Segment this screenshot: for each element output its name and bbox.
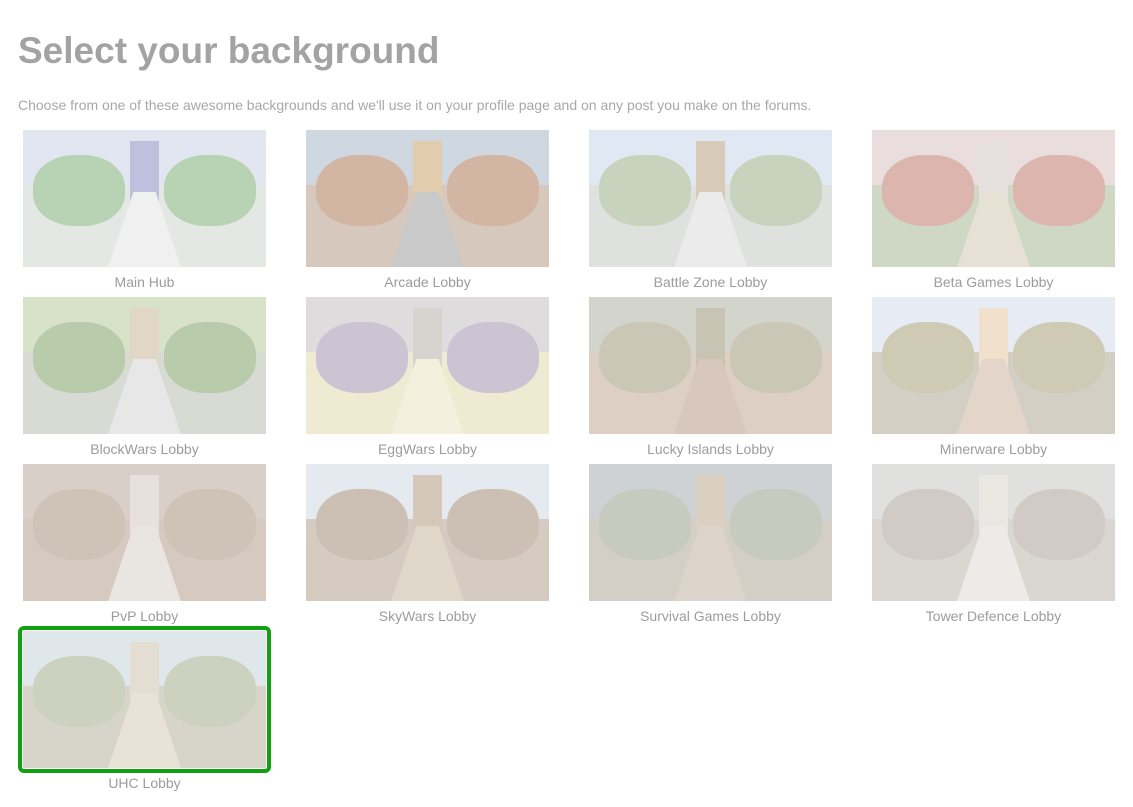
background-option[interactable]: PvP Lobby <box>23 464 266 624</box>
background-thumbnail[interactable] <box>306 130 549 267</box>
thumbnail-scenery-left <box>32 154 126 226</box>
page-subtitle: Choose from one of these awesome backgro… <box>18 97 812 113</box>
background-label: BlockWars Lobby <box>90 441 199 457</box>
thumbnail-scenery-left <box>32 321 126 393</box>
thumbnail-scenery-left <box>881 488 975 560</box>
selected-indicator <box>18 626 271 773</box>
background-thumbnail[interactable] <box>589 464 832 601</box>
thumbnail-scenery-right <box>1012 488 1106 560</box>
background-thumbnail[interactable] <box>306 464 549 601</box>
background-option[interactable]: BlockWars Lobby <box>23 297 266 457</box>
background-label: EggWars Lobby <box>377 441 478 457</box>
background-option[interactable]: Minerware Lobby <box>872 297 1115 457</box>
background-label: Main Hub <box>114 274 175 290</box>
thumbnail-scenery-left <box>32 488 126 560</box>
background-option[interactable]: Arcade Lobby <box>306 130 549 290</box>
background-thumbnail[interactable] <box>872 464 1115 601</box>
background-option[interactable]: Battle Zone Lobby <box>589 130 832 290</box>
thumbnail-scenery-left <box>881 321 975 393</box>
background-option[interactable]: Lucky Islands Lobby <box>589 297 832 457</box>
thumbnail-scenery-right <box>446 154 540 226</box>
thumbnail-scenery-left <box>315 154 409 226</box>
background-label: Survival Games Lobby <box>640 608 781 624</box>
thumbnail-scenery-right <box>163 321 257 393</box>
thumbnail-scenery-right <box>446 321 540 393</box>
background-option[interactable]: UHC Lobby <box>18 626 271 791</box>
background-thumbnail[interactable] <box>306 297 549 434</box>
background-option[interactable]: Survival Games Lobby <box>589 464 832 624</box>
background-option[interactable]: EggWars Lobby <box>306 297 549 457</box>
background-label: Tower Defence Lobby <box>925 608 1062 624</box>
thumbnail-scenery-right <box>1012 321 1106 393</box>
thumbnail-scenery-right <box>163 488 257 560</box>
thumbnail-scenery-right <box>1012 154 1106 226</box>
background-thumbnail[interactable] <box>589 130 832 267</box>
background-label: PvP Lobby <box>110 608 179 624</box>
background-grid: Main Hub Arcade Lobby Battle Zone Lobby Bet… <box>18 130 1115 791</box>
background-label: Battle Zone Lobby <box>653 274 768 290</box>
thumbnail-scenery-right <box>729 488 823 560</box>
background-label: UHC Lobby <box>108 775 181 791</box>
thumbnail-scenery-right <box>163 154 257 226</box>
background-thumbnail[interactable] <box>23 130 266 267</box>
thumbnail-scenery-right <box>729 321 823 393</box>
page-title: Select your background <box>18 30 440 71</box>
background-option[interactable]: SkyWars Lobby <box>306 464 549 624</box>
background-thumbnail[interactable] <box>589 297 832 434</box>
background-thumbnail[interactable] <box>872 297 1115 434</box>
thumbnail-scenery-left <box>598 321 692 393</box>
background-thumbnail[interactable] <box>23 464 266 601</box>
background-label: Beta Games Lobby <box>933 274 1054 290</box>
thumbnail-scenery-left <box>315 321 409 393</box>
background-thumbnail[interactable] <box>872 130 1115 267</box>
background-thumbnail[interactable] <box>23 297 266 434</box>
background-label: Arcade Lobby <box>384 274 471 290</box>
background-label: SkyWars Lobby <box>378 608 477 624</box>
background-label: Minerware Lobby <box>939 441 1048 457</box>
thumbnail-scenery-left <box>315 488 409 560</box>
background-label: Lucky Islands Lobby <box>647 441 774 457</box>
thumbnail-scenery-left <box>881 154 975 226</box>
background-option[interactable]: Beta Games Lobby <box>872 130 1115 290</box>
thumbnail-scenery-left <box>598 154 692 226</box>
background-option[interactable]: Tower Defence Lobby <box>872 464 1115 624</box>
background-option[interactable]: Main Hub <box>23 130 266 290</box>
thumbnail-scenery-right <box>729 154 823 226</box>
thumbnail-scenery-left <box>598 488 692 560</box>
thumbnail-scenery-right <box>446 488 540 560</box>
